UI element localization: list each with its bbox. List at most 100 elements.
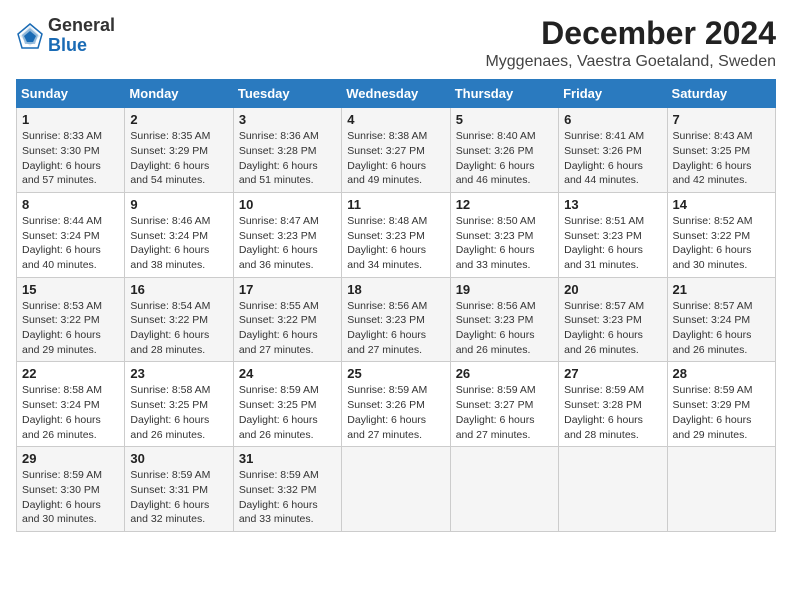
calendar-cell: 6 Sunrise: 8:41 AM Sunset: 3:26 PM Daylig… — [559, 108, 667, 193]
calendar-subtitle: Myggenaes, Vaestra Goetaland, Sweden — [485, 53, 776, 71]
weekday-header-row: SundayMondayTuesdayWednesdayThursdayFrid… — [17, 80, 776, 108]
day-number: 30 — [130, 451, 227, 466]
calendar-cell: 20Sunrise: 8:57 AM Sunset: 3:23 PM Dayli… — [559, 277, 667, 362]
calendar-cell: 24Sunrise: 8:59 AM Sunset: 3:25 PM Dayli… — [233, 362, 341, 447]
day-info: Sunrise: 8:55 AM Sunset: 3:22 PM Dayligh… — [239, 299, 336, 358]
day-info: Sunrise: 8:59 AM Sunset: 3:30 PM Dayligh… — [22, 468, 119, 527]
calendar-cell — [450, 447, 558, 532]
weekday-header-thursday: Thursday — [450, 80, 558, 108]
day-number: 16 — [130, 282, 227, 297]
day-number: 14 — [673, 197, 770, 212]
day-number: 12 — [456, 197, 553, 212]
calendar-cell: 12 Sunrise: 8:50 AM Sunset: 3:23 PM Dayli… — [450, 192, 558, 277]
calendar-cell: 21Sunrise: 8:57 AM Sunset: 3:24 PM Dayli… — [667, 277, 775, 362]
page-header: General Blue December 2024 Myggenaes, Va… — [16, 16, 776, 71]
logo-icon — [16, 22, 44, 50]
day-info: Sunrise: 8:56 AM Sunset: 3:23 PM Dayligh… — [347, 299, 444, 358]
calendar-cell: 11 Sunrise: 8:48 AM Sunset: 3:23 PM Dayli… — [342, 192, 450, 277]
day-info: Sunrise: 8:59 AM Sunset: 3:32 PM Dayligh… — [239, 468, 336, 527]
calendar-cell: 25Sunrise: 8:59 AM Sunset: 3:26 PM Dayli… — [342, 362, 450, 447]
day-number: 11 — [347, 197, 444, 212]
calendar-cell: 23 Sunrise: 8:58 AM Sunset: 3:25 PM Dayli… — [125, 362, 233, 447]
weekday-header-wednesday: Wednesday — [342, 80, 450, 108]
day-number: 24 — [239, 366, 336, 381]
day-number: 18 — [347, 282, 444, 297]
weekday-header-tuesday: Tuesday — [233, 80, 341, 108]
day-number: 23 — [130, 366, 227, 381]
calendar-week-row: 1 Sunrise: 8:33 AM Sunset: 3:30 PM Daylig… — [17, 108, 776, 193]
day-info: Sunrise: 8:48 AM Sunset: 3:23 PM Dayligh… — [347, 214, 444, 273]
calendar-cell — [559, 447, 667, 532]
day-number: 6 — [564, 112, 661, 127]
calendar-cell: 31 Sunrise: 8:59 AM Sunset: 3:32 PM Dayli… — [233, 447, 341, 532]
calendar-table: SundayMondayTuesdayWednesdayThursdayFrid… — [16, 79, 776, 532]
calendar-cell — [667, 447, 775, 532]
day-info: Sunrise: 8:57 AM Sunset: 3:23 PM Dayligh… — [564, 299, 661, 358]
calendar-cell: 10Sunrise: 8:47 AM Sunset: 3:23 PM Dayli… — [233, 192, 341, 277]
day-info: Sunrise: 8:50 AM Sunset: 3:23 PM Dayligh… — [456, 214, 553, 273]
day-info: Sunrise: 8:46 AM Sunset: 3:24 PM Dayligh… — [130, 214, 227, 273]
day-number: 29 — [22, 451, 119, 466]
day-info: Sunrise: 8:51 AM Sunset: 3:23 PM Dayligh… — [564, 214, 661, 273]
day-number: 31 — [239, 451, 336, 466]
day-info: Sunrise: 8:33 AM Sunset: 3:30 PM Dayligh… — [22, 129, 119, 188]
title-block: December 2024 Myggenaes, Vaestra Goetala… — [485, 16, 776, 71]
calendar-week-row: 8Sunrise: 8:44 AM Sunset: 3:24 PM Daylig… — [17, 192, 776, 277]
calendar-cell: 17Sunrise: 8:55 AM Sunset: 3:22 PM Dayli… — [233, 277, 341, 362]
day-info: Sunrise: 8:36 AM Sunset: 3:28 PM Dayligh… — [239, 129, 336, 188]
day-number: 1 — [22, 112, 119, 127]
calendar-cell: 15Sunrise: 8:53 AM Sunset: 3:22 PM Dayli… — [17, 277, 125, 362]
day-info: Sunrise: 8:53 AM Sunset: 3:22 PM Dayligh… — [22, 299, 119, 358]
calendar-cell: 18 Sunrise: 8:56 AM Sunset: 3:23 PM Dayli… — [342, 277, 450, 362]
day-number: 5 — [456, 112, 553, 127]
day-number: 3 — [239, 112, 336, 127]
day-number: 9 — [130, 197, 227, 212]
day-number: 13 — [564, 197, 661, 212]
calendar-cell: 5 Sunrise: 8:40 AM Sunset: 3:26 PM Daylig… — [450, 108, 558, 193]
day-info: Sunrise: 8:59 AM Sunset: 3:28 PM Dayligh… — [564, 383, 661, 442]
day-number: 28 — [673, 366, 770, 381]
day-info: Sunrise: 8:59 AM Sunset: 3:31 PM Dayligh… — [130, 468, 227, 527]
logo-general-text: General — [48, 15, 115, 35]
day-info: Sunrise: 8:59 AM Sunset: 3:27 PM Dayligh… — [456, 383, 553, 442]
day-info: Sunrise: 8:40 AM Sunset: 3:26 PM Dayligh… — [456, 129, 553, 188]
day-info: Sunrise: 8:41 AM Sunset: 3:26 PM Dayligh… — [564, 129, 661, 188]
day-info: Sunrise: 8:54 AM Sunset: 3:22 PM Dayligh… — [130, 299, 227, 358]
calendar-week-row: 22 Sunrise: 8:58 AM Sunset: 3:24 PM Dayli… — [17, 362, 776, 447]
calendar-cell: 28 Sunrise: 8:59 AM Sunset: 3:29 PM Dayli… — [667, 362, 775, 447]
day-number: 25 — [347, 366, 444, 381]
day-number: 2 — [130, 112, 227, 127]
weekday-header-friday: Friday — [559, 80, 667, 108]
weekday-header-sunday: Sunday — [17, 80, 125, 108]
calendar-cell: 2 Sunrise: 8:35 AM Sunset: 3:29 PM Daylig… — [125, 108, 233, 193]
day-number: 10 — [239, 197, 336, 212]
day-info: Sunrise: 8:52 AM Sunset: 3:22 PM Dayligh… — [673, 214, 770, 273]
day-info: Sunrise: 8:59 AM Sunset: 3:29 PM Dayligh… — [673, 383, 770, 442]
day-number: 26 — [456, 366, 553, 381]
calendar-week-row: 29 Sunrise: 8:59 AM Sunset: 3:30 PM Dayli… — [17, 447, 776, 532]
calendar-cell: 29 Sunrise: 8:59 AM Sunset: 3:30 PM Dayli… — [17, 447, 125, 532]
calendar-cell: 27Sunrise: 8:59 AM Sunset: 3:28 PM Dayli… — [559, 362, 667, 447]
day-number: 8 — [22, 197, 119, 212]
day-info: Sunrise: 8:56 AM Sunset: 3:23 PM Dayligh… — [456, 299, 553, 358]
calendar-cell: 30 Sunrise: 8:59 AM Sunset: 3:31 PM Dayli… — [125, 447, 233, 532]
day-info: Sunrise: 8:57 AM Sunset: 3:24 PM Dayligh… — [673, 299, 770, 358]
logo-blue-text: Blue — [48, 35, 87, 55]
calendar-cell: 3 Sunrise: 8:36 AM Sunset: 3:28 PM Daylig… — [233, 108, 341, 193]
day-number: 22 — [22, 366, 119, 381]
calendar-cell: 16 Sunrise: 8:54 AM Sunset: 3:22 PM Dayli… — [125, 277, 233, 362]
day-info: Sunrise: 8:58 AM Sunset: 3:25 PM Dayligh… — [130, 383, 227, 442]
day-info: Sunrise: 8:35 AM Sunset: 3:29 PM Dayligh… — [130, 129, 227, 188]
day-info: Sunrise: 8:58 AM Sunset: 3:24 PM Dayligh… — [22, 383, 119, 442]
calendar-cell — [342, 447, 450, 532]
calendar-cell: 26 Sunrise: 8:59 AM Sunset: 3:27 PM Dayli… — [450, 362, 558, 447]
day-info: Sunrise: 8:38 AM Sunset: 3:27 PM Dayligh… — [347, 129, 444, 188]
calendar-cell: 14 Sunrise: 8:52 AM Sunset: 3:22 PM Dayli… — [667, 192, 775, 277]
calendar-cell: 19Sunrise: 8:56 AM Sunset: 3:23 PM Dayli… — [450, 277, 558, 362]
calendar-cell: 9 Sunrise: 8:46 AM Sunset: 3:24 PM Daylig… — [125, 192, 233, 277]
logo-text: General Blue — [48, 16, 115, 56]
calendar-cell: 1 Sunrise: 8:33 AM Sunset: 3:30 PM Daylig… — [17, 108, 125, 193]
logo: General Blue — [16, 16, 115, 56]
day-number: 4 — [347, 112, 444, 127]
weekday-header-saturday: Saturday — [667, 80, 775, 108]
